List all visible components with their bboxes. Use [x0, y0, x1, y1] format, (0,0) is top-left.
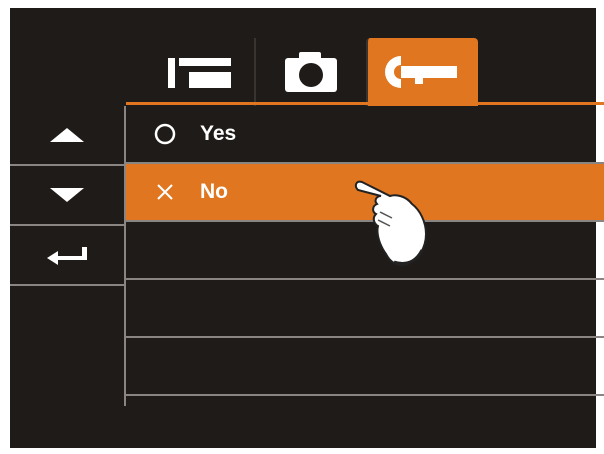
tab-bar	[144, 38, 478, 106]
wrench-icon	[385, 56, 457, 88]
arrow-up-icon	[50, 128, 84, 142]
circle-icon	[152, 121, 178, 147]
empty-row	[126, 338, 604, 396]
tab-playback[interactable]	[144, 38, 254, 106]
empty-row	[126, 280, 604, 338]
scroll-up-button[interactable]	[10, 106, 124, 166]
scroll-down-button[interactable]	[10, 166, 124, 226]
tab-camera[interactable]	[254, 38, 366, 106]
option-label: Yes	[200, 122, 237, 145]
arrow-down-icon	[50, 188, 84, 202]
camera-icon	[285, 52, 337, 92]
pointing-hand-icon	[354, 180, 428, 267]
tab-settings[interactable]	[366, 38, 478, 106]
cross-icon	[152, 179, 178, 205]
return-button[interactable]	[10, 226, 124, 286]
menu-screen: Yes No	[10, 8, 604, 448]
option-label: No	[200, 180, 228, 203]
tab-underline	[126, 102, 604, 105]
return-icon	[47, 247, 87, 265]
sidebar	[10, 106, 124, 286]
option-yes[interactable]: Yes	[126, 106, 604, 164]
playback-icon	[168, 58, 231, 88]
